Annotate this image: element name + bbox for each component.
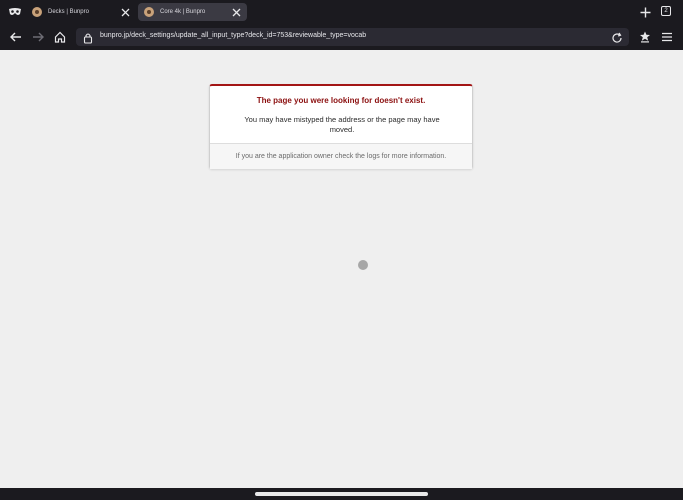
tab-decks[interactable]: Decks | Bunpro: [26, 3, 136, 21]
forward-icon[interactable]: [31, 30, 45, 44]
bunpro-favicon-icon: [144, 7, 154, 17]
reader-icon[interactable]: [638, 30, 652, 44]
navigation-bar: bunpro.jp/deck_settings/update_all_input…: [0, 24, 683, 50]
close-icon[interactable]: [120, 7, 130, 17]
plus-icon[interactable]: [638, 5, 652, 19]
error-heading: The page you were looking for doesn't ex…: [256, 96, 426, 105]
back-icon[interactable]: [9, 30, 23, 44]
tab-title: Core 4k | Bunpro: [160, 9, 206, 15]
lock-icon[interactable]: [82, 31, 94, 44]
error-message: You may have mistyped the address or the…: [244, 115, 440, 134]
tab-title: Decks | Bunpro: [48, 9, 89, 15]
reload-icon[interactable]: [611, 31, 623, 43]
tab-count-button[interactable]: 2: [661, 6, 671, 16]
bunpro-favicon-icon: [32, 7, 42, 17]
loading-indicator: [358, 260, 368, 270]
menu-icon[interactable]: [660, 30, 674, 44]
close-icon[interactable]: [231, 7, 241, 17]
error-card: The page you were looking for doesn't ex…: [209, 84, 473, 169]
home-indicator[interactable]: [255, 492, 428, 496]
address-bar[interactable]: bunpro.jp/deck_settings/update_all_input…: [76, 28, 629, 46]
tab-core-4k[interactable]: Core 4k | Bunpro: [138, 3, 247, 21]
home-icon[interactable]: [53, 30, 67, 44]
url-text[interactable]: bunpro.jp/deck_settings/update_all_input…: [100, 32, 366, 39]
private-mask-icon[interactable]: [8, 5, 22, 19]
error-footer: If you are the application owner check t…: [210, 143, 472, 169]
tab-bar: Decks | Bunpro Core 4k | Bunpro 2: [0, 0, 683, 24]
